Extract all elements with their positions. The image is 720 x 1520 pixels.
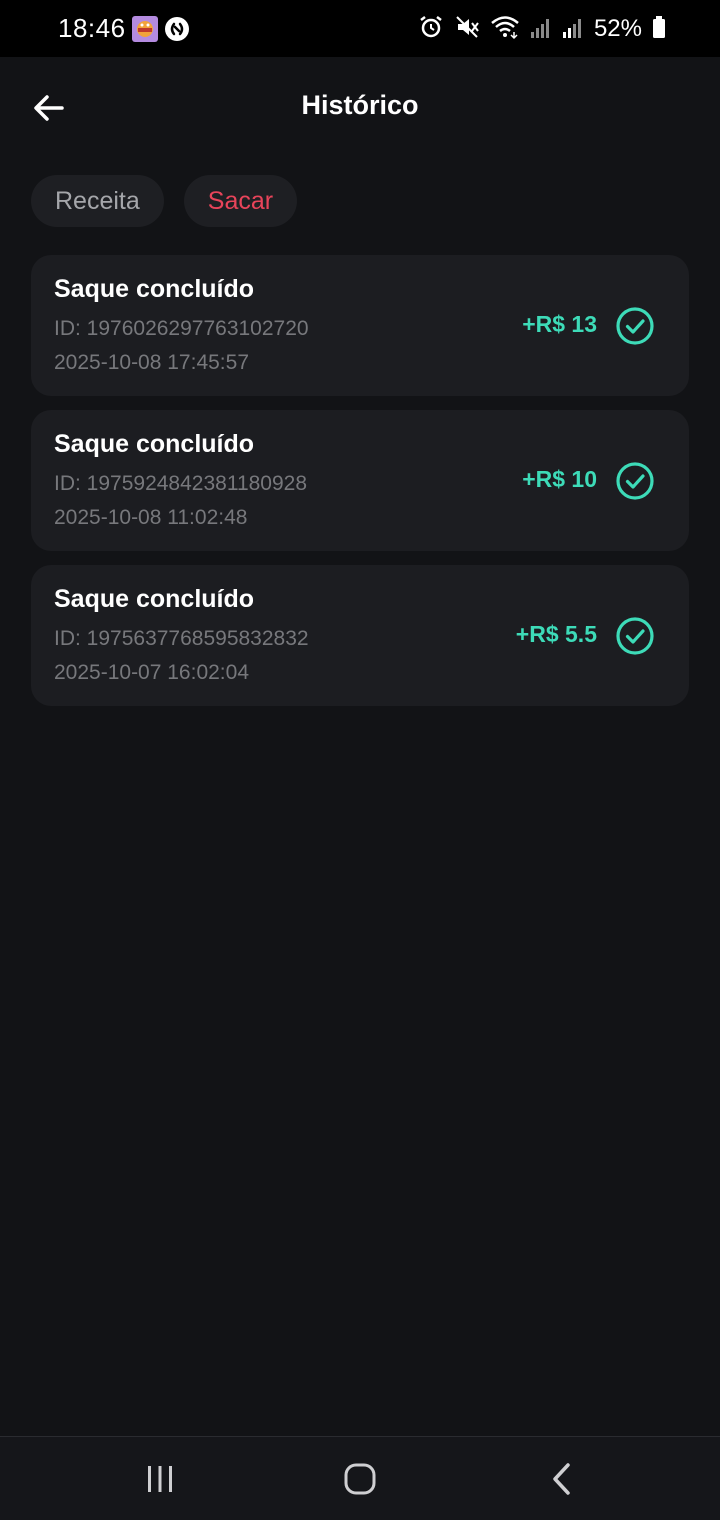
transaction-id: ID: 1975924842381180928 bbox=[54, 472, 308, 495]
transaction-list: Saque concluído ID: 1976026297763102720 … bbox=[31, 255, 689, 720]
transaction-date: 2025-10-08 17:45:57 bbox=[54, 351, 249, 374]
tabs: Receita Sacar bbox=[31, 175, 298, 227]
status-time: 18:46 bbox=[58, 13, 126, 43]
wifi-icon bbox=[490, 14, 520, 45]
signal-icon bbox=[562, 14, 584, 45]
alarm-icon bbox=[418, 14, 444, 45]
transaction-date: 2025-10-07 16:02:04 bbox=[54, 661, 249, 684]
status-icons: 52% bbox=[418, 14, 666, 44]
tab-sacar[interactable]: Sacar bbox=[183, 175, 298, 227]
mute-icon bbox=[454, 14, 480, 45]
transaction-title: Saque concluído bbox=[54, 430, 255, 458]
status-bar: 18:46 52% bbox=[0, 0, 720, 57]
transaction-id: ID: 1976026297763102720 bbox=[54, 317, 309, 340]
screen: 18:46 52% Histórico Receita Sacar Saque … bbox=[0, 0, 720, 1520]
transaction-id: ID: 1975637768595832832 bbox=[54, 627, 309, 650]
transaction-title: Saque concluído bbox=[54, 585, 255, 613]
signal-icon bbox=[530, 14, 552, 45]
tab-receita[interactable]: Receita bbox=[31, 175, 164, 227]
back-icon[interactable] bbox=[540, 1457, 584, 1501]
battery-icon bbox=[652, 14, 666, 45]
game-app-icon bbox=[132, 16, 158, 42]
page-title: Histórico bbox=[301, 90, 419, 120]
home-icon[interactable] bbox=[338, 1457, 382, 1501]
check-circle-icon bbox=[615, 616, 655, 656]
shazam-icon bbox=[164, 16, 190, 42]
check-circle-icon bbox=[615, 461, 655, 501]
transaction-date: 2025-10-08 11:02:48 bbox=[54, 506, 248, 529]
transaction-amount: +R$ 5.5 bbox=[515, 621, 597, 647]
transaction-amount: +R$ 13 bbox=[522, 311, 597, 337]
transaction-amount: +R$ 10 bbox=[522, 466, 597, 492]
system-nav-bar bbox=[0, 1436, 720, 1520]
header: Histórico bbox=[0, 57, 720, 157]
recent-apps-icon[interactable] bbox=[138, 1457, 182, 1501]
transaction-title: Saque concluído bbox=[54, 275, 255, 303]
transaction-card[interactable]: Saque concluído ID: 1976026297763102720 … bbox=[31, 255, 689, 396]
transaction-card[interactable]: Saque concluído ID: 1975924842381180928 … bbox=[31, 410, 689, 551]
battery-percent: 52% bbox=[593, 15, 642, 42]
check-circle-icon bbox=[615, 306, 655, 346]
transaction-card[interactable]: Saque concluído ID: 1975637768595832832 … bbox=[31, 565, 689, 706]
